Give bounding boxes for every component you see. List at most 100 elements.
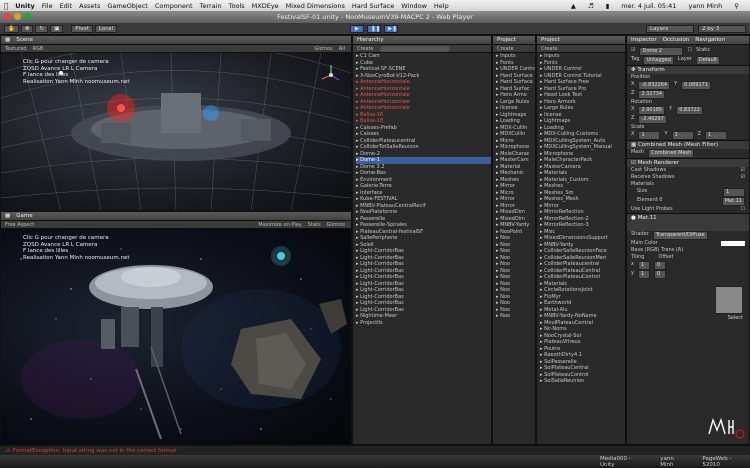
mesh-field[interactable]: Combined Mesh [648,149,695,158]
object-name-field[interactable]: Dome 2 [639,47,684,56]
project-tab-2[interactable]: Project [537,36,625,45]
project-item[interactable]: ▸ UNDER Control [496,66,535,73]
dock-item-web[interactable]: PageWeb - 52010 [702,456,750,468]
scene-viewport[interactable]: Clic G pour changer de camera ZQSD Avanc… [1,53,351,210]
battery-icon[interactable]: ▮ [606,2,610,10]
menu-file[interactable]: File [42,2,53,10]
menu-mxdeye[interactable]: MXDEye [252,2,279,10]
inspector-tab[interactable]: Inspector [631,36,657,44]
rotation-x[interactable]: 2.90185 [638,106,666,115]
game-aspect-dropdown[interactable]: Free Aspect [5,221,34,228]
menu-app[interactable]: Unity [15,2,34,10]
close-window-button[interactable] [4,13,11,20]
pause-button[interactable]: ❚❚ [367,25,381,33]
menu-mixed-dimensions[interactable]: Mixed Dimensions [286,2,345,10]
game-tab[interactable]: ▦ Game [1,212,351,221]
hierarchy-search-field[interactable] [379,46,450,52]
mesh-renderer-checkbox[interactable]: ☑ [631,160,636,166]
move-tool-button[interactable]: ✥ [20,24,34,33]
scene-gizmos[interactable]: Gizmos [314,45,332,52]
main-color-swatch[interactable] [721,241,745,246]
position-z[interactable]: 2.32734 [638,90,666,99]
minimize-window-button[interactable] [14,13,21,20]
stats-button[interactable]: Stats [308,221,321,228]
console-statusbar[interactable]: ⚠ FormatException: Input string was not … [0,445,750,455]
menu-window[interactable]: Window [401,2,427,10]
navigation-tab[interactable]: Navigation [695,36,725,44]
mesh-filter-header[interactable]: ▦ Combined Mesh (Mesh Filter) [627,140,749,149]
menu-hard-surface[interactable]: Hard Surface [352,2,394,10]
occlusion-tab[interactable]: Occlusion [663,36,690,44]
wifi-icon[interactable]: ▲ [571,2,576,10]
menu-terrain[interactable]: Terrain [200,2,222,10]
menu-tools[interactable]: Tools [229,2,245,10]
transform-header[interactable]: ✥ Transform [627,65,749,74]
menubar-clock[interactable]: mer. 4 juil. 05:41 [621,2,676,10]
menu-help[interactable]: Help [434,2,449,10]
layout-dropdown[interactable]: 2 by 3 [698,25,746,33]
cast-shadows-checkbox[interactable]: ☑ [741,167,745,174]
scene-search-all[interactable]: All [339,45,345,52]
project-create-button-1[interactable]: Create [497,45,514,52]
scale-tool-button[interactable]: ▣ [50,24,64,33]
scene-rgb-mode[interactable]: RGB [32,45,43,52]
object-active-checkbox[interactable]: ☑ [631,47,635,56]
position-y[interactable]: 0.069171 [681,81,712,90]
project-item[interactable]: ▸ SolSalleReunion [540,378,625,385]
local-toggle[interactable]: Local [94,24,118,33]
scale-z[interactable]: 1 [704,131,727,140]
offset-x[interactable]: 0 [653,261,666,270]
texture-slot[interactable] [715,286,743,314]
project-item[interactable]: ▸ MNBV-Yardy [496,222,535,229]
play-button[interactable]: ▶ [350,25,364,33]
menubar-user[interactable]: yann Minh [688,2,722,10]
pivot-toggle[interactable]: Pivot [71,24,93,33]
static-checkbox[interactable]: ☐ [687,47,691,56]
menu-gameobject[interactable]: GameObject [107,2,148,10]
receive-shadows-checkbox[interactable]: ☑ [741,174,745,181]
project-item[interactable]: ▸ Noo [496,313,535,320]
dock-item-user[interactable]: yann Minh [660,456,688,468]
size-field[interactable]: 1 [723,188,745,197]
mesh-renderer-header[interactable]: ☑ Mesh Renderer [627,158,749,167]
element-field[interactable]: Mat.11 [721,197,745,206]
materials-foldout[interactable]: Materials [627,181,749,188]
offset-y[interactable]: 0 [653,270,666,279]
scene-render-mode[interactable]: Textured [5,45,26,52]
project-item[interactable]: ▸ Microphone [496,144,535,151]
layer-dropdown[interactable]: Default [695,56,721,65]
hierarchy-tab[interactable]: Hierarchy [353,36,491,45]
rotation-y[interactable]: 0.83722 [676,106,703,115]
menu-edit[interactable]: Edit [60,2,73,10]
tiling-y[interactable]: 1 [637,270,650,279]
hand-tool-button[interactable]: ✋ [4,24,19,33]
maximize-on-play-button[interactable]: Maximize on Play [258,221,302,228]
project-tab-1[interactable]: Project [493,36,535,45]
apple-icon[interactable]:  [4,2,8,10]
shader-dropdown[interactable]: Transparent/Diffuse [652,231,708,240]
volume-icon[interactable]: ♬ [588,2,594,10]
project-item[interactable]: ▸ Hard Surface [496,79,535,86]
dock-item-unity[interactable]: Media000 - Unity [600,456,646,468]
hierarchy-item[interactable]: ▸ Projectils [356,320,491,327]
zoom-window-button[interactable] [24,13,31,20]
scale-y[interactable]: 1 [671,131,694,140]
step-button[interactable]: ▶❚ [384,25,398,33]
tag-dropdown[interactable]: Untagged [643,56,674,65]
rotation-z[interactable]: -2.40297 [638,115,667,124]
material-header[interactable]: ● Mat.11 [627,213,749,231]
spotlight-icon[interactable]: ⚲ [734,2,739,10]
rotate-tool-button[interactable]: ↻ [35,24,49,33]
tiling-x[interactable]: 1 [637,261,650,270]
scale-x[interactable]: 1 [638,131,661,140]
project-create-button-2[interactable]: Create [541,45,558,52]
position-x[interactable]: -0.832264 [638,81,671,90]
lightprobes-checkbox[interactable]: ☐ [741,206,745,213]
layers-dropdown[interactable]: Layers [646,25,694,33]
menu-component[interactable]: Component [155,2,193,10]
menu-assets[interactable]: Assets [79,2,100,10]
game-viewport[interactable]: Clic G pour changer de camera ZQSD Avanc… [1,229,351,444]
game-gizmos-button[interactable]: Gizmos [327,221,345,228]
hierarchy-create-button[interactable]: Create [357,45,374,52]
texture-select-button[interactable]: Select [728,315,743,321]
